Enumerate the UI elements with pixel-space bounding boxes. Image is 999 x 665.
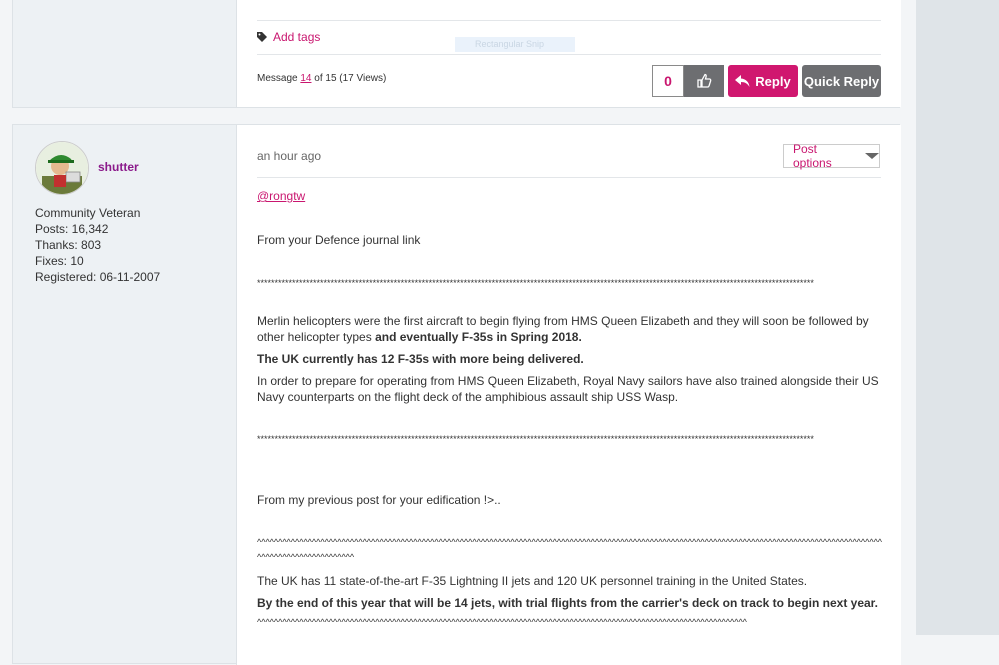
author-fixes: Fixes: 10 bbox=[35, 254, 84, 268]
separator-carets: ^^^^^^^^^^^^^^^^^^^^^^^^^^^^^^^^^^^^^^^^… bbox=[257, 537, 883, 562]
chevron-down-icon bbox=[865, 153, 879, 159]
previous-message-body: Add tags Rectangular Snip Message 14 of … bbox=[236, 0, 901, 107]
divider bbox=[257, 20, 881, 21]
reply-label: Reply bbox=[755, 73, 791, 89]
reply-arrow-icon bbox=[735, 74, 750, 87]
mention-line: @rongtw bbox=[257, 188, 883, 204]
author-name-link[interactable]: shutter bbox=[98, 160, 139, 174]
thumbs-up-icon bbox=[697, 73, 712, 88]
mention-link[interactable]: @rongtw bbox=[257, 189, 305, 203]
snip-tooltip: Rectangular Snip bbox=[455, 37, 575, 52]
separator-carets: ^^^^^^^^^^^^^^^^^^^^^^^^^^^^^^^^^^^^^^^^… bbox=[257, 617, 747, 627]
paragraph-2: The UK currently has 12 F-35s with more … bbox=[257, 351, 883, 367]
author-rank: Community Veteran bbox=[35, 206, 141, 220]
add-tags-link[interactable]: Add tags bbox=[257, 30, 320, 44]
message-number-link[interactable]: 14 bbox=[300, 73, 311, 84]
post-time: an hour ago bbox=[257, 149, 322, 163]
kudos-widget: 0 bbox=[652, 65, 724, 97]
message-card: shutter Community Veteran Posts: 16,342 … bbox=[12, 124, 901, 665]
author-meta: Community Veteran Posts: 16,342 Thanks: … bbox=[35, 205, 160, 285]
paragraph-5-bold: By the end of this year that will be 14 … bbox=[257, 596, 879, 610]
avatar-image bbox=[36, 142, 88, 194]
paragraph-2-bold: The UK currently has 12 F-35s with more … bbox=[257, 352, 584, 366]
previous-intro: From my previous post for your edificati… bbox=[257, 493, 501, 507]
paragraph-4: The UK has 11 state-of-the-art F-35 Ligh… bbox=[257, 574, 808, 588]
reply-button[interactable]: Reply bbox=[728, 65, 798, 97]
divider bbox=[257, 54, 881, 55]
separator-stars: ****************************************… bbox=[257, 278, 814, 288]
author-avatar[interactable] bbox=[35, 141, 89, 195]
divider bbox=[257, 177, 881, 178]
quick-reply-button[interactable]: Quick Reply bbox=[802, 65, 881, 97]
author-posts: Posts: 16,342 bbox=[35, 222, 109, 236]
message-suffix: of 15 (17 Views) bbox=[311, 73, 387, 84]
intro-text: From your Defence journal link bbox=[257, 233, 421, 247]
right-rail bbox=[916, 0, 999, 635]
paragraph-5: By the end of this year that will be 14 … bbox=[257, 595, 883, 611]
kudos-button[interactable] bbox=[684, 65, 724, 97]
kudos-count: 0 bbox=[652, 65, 684, 97]
message-prefix: Message bbox=[257, 73, 301, 84]
message-body: an hour ago Post options @rongtw From yo… bbox=[236, 125, 901, 665]
tag-icon bbox=[257, 32, 267, 42]
paragraph-1: Merlin helicopters were the first aircra… bbox=[257, 313, 883, 345]
paragraph-3: In order to prepare for operating from H… bbox=[257, 374, 879, 404]
post-options-label: Post options bbox=[793, 142, 832, 170]
add-tags-label: Add tags bbox=[273, 30, 321, 44]
author-thanks: Thanks: 803 bbox=[35, 238, 102, 252]
previous-message-card: Add tags Rectangular Snip Message 14 of … bbox=[12, 0, 901, 108]
paragraph-1-bold: and eventually F-35s in Spring 2018. bbox=[375, 330, 582, 344]
message-count: Message 14 of 15 (17 Views) bbox=[257, 73, 386, 84]
post-options-dropdown[interactable]: Post options bbox=[783, 142, 880, 170]
separator-stars: ****************************************… bbox=[257, 434, 814, 444]
author-registered: Registered: 06-11-2007 bbox=[35, 270, 161, 284]
